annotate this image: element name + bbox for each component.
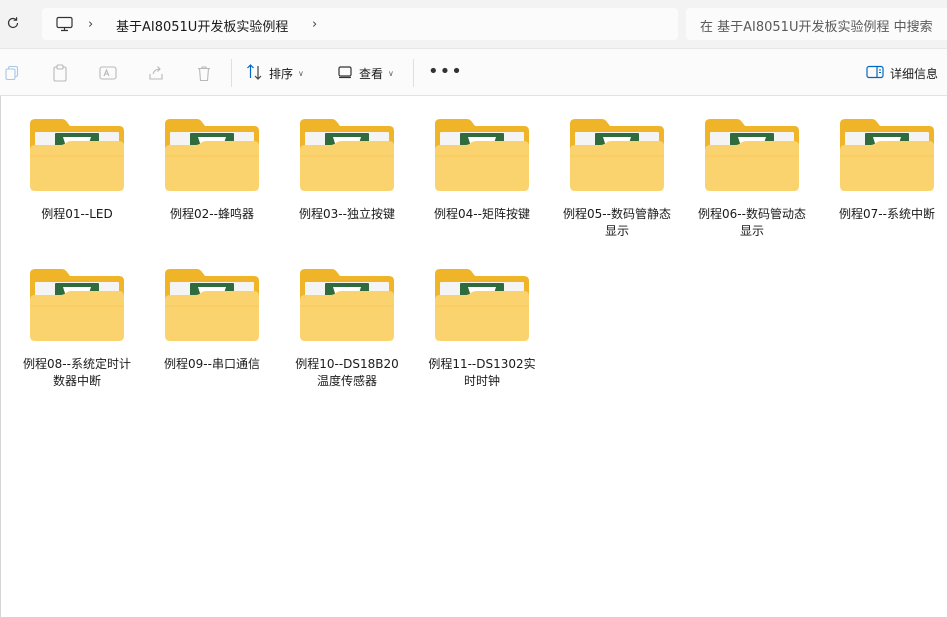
folder-icon	[435, 119, 529, 191]
folder-item[interactable]: 例程09--串口通信	[156, 264, 268, 373]
delete-icon[interactable]	[194, 63, 214, 83]
folder-name: 例程06--数码管动态显示	[698, 207, 806, 238]
folder-icon	[840, 119, 934, 191]
divider	[231, 59, 232, 87]
folder-name: 例程11--DS1302实时时钟	[428, 357, 536, 388]
divider	[413, 59, 414, 87]
folder-name: 例程02--蜂鸣器	[170, 207, 254, 221]
more-options-icon[interactable]: •••	[428, 63, 463, 81]
folder-item[interactable]: 例程08--系统定时计数器中断	[21, 264, 133, 390]
folder-icon	[435, 269, 529, 341]
folder-name: 例程03--独立按键	[299, 207, 395, 221]
address-bar: › 基于AI8051U开发板实验例程 › 在 基于AI8051U开发板实验例程 …	[0, 0, 947, 48]
folder-icon	[30, 119, 124, 191]
sort-button[interactable]: 排序 ∨	[246, 61, 304, 85]
folder-name: 例程04--矩阵按键	[434, 207, 530, 221]
folder-icon	[165, 269, 259, 341]
details-label: 详细信息	[890, 66, 939, 81]
file-list-view: 例程01--LED 例程02--蜂鸣器 例程03--独立按键 例程04--矩阵按…	[0, 96, 947, 617]
view-label: 查看	[359, 66, 384, 81]
folder-name: 例程09--串口通信	[164, 357, 260, 371]
folder-icon	[570, 119, 664, 191]
chevron-right-icon[interactable]: ›	[88, 17, 93, 32]
refresh-icon[interactable]	[4, 14, 22, 32]
folder-icon	[30, 269, 124, 341]
folder-item[interactable]: 例程11--DS1302实时时钟	[426, 264, 538, 390]
folder-icon	[165, 119, 259, 191]
view-button[interactable]: 查看 ∨	[338, 61, 394, 85]
folder-item[interactable]: 例程05--数码管静态显示	[561, 114, 673, 240]
details-pane-button[interactable]: 详细信息	[866, 61, 938, 85]
paste-icon[interactable]	[50, 63, 70, 83]
details-pane-icon	[866, 65, 884, 82]
sort-label: 排序	[269, 66, 294, 81]
folder-name: 例程10--DS18B20温度传感器	[295, 357, 399, 388]
folder-name: 例程08--系统定时计数器中断	[23, 357, 131, 388]
chevron-down-icon: ∨	[298, 68, 304, 78]
folder-name: 例程01--LED	[41, 207, 113, 221]
this-pc-icon[interactable]	[56, 16, 73, 36]
folder-item[interactable]: 例程07--系统中断	[831, 114, 943, 223]
folder-item[interactable]: 例程06--数码管动态显示	[696, 114, 808, 240]
folder-item[interactable]: 例程04--矩阵按键	[426, 114, 538, 223]
search-input[interactable]: 在 基于AI8051U开发板实验例程 中搜索	[686, 8, 947, 40]
chevron-down-icon: ∨	[388, 68, 394, 78]
folder-item[interactable]: 例程10--DS18B20温度传感器	[291, 264, 403, 390]
breadcrumb[interactable]: › 基于AI8051U开发板实验例程 ›	[42, 8, 678, 40]
folder-icon	[705, 119, 799, 191]
folder-name: 例程07--系统中断	[839, 207, 935, 221]
folder-name: 例程05--数码管静态显示	[563, 207, 671, 238]
folder-icon	[300, 269, 394, 341]
share-icon[interactable]	[146, 63, 166, 83]
chevron-right-icon[interactable]: ›	[312, 17, 317, 32]
folder-item[interactable]: 例程03--独立按键	[291, 114, 403, 223]
sort-icon	[246, 63, 263, 83]
copy-icon[interactable]	[2, 63, 22, 83]
search-placeholder: 在 基于AI8051U开发板实验例程 中搜索	[700, 20, 933, 35]
rename-icon[interactable]	[98, 63, 118, 83]
folder-item[interactable]: 例程02--蜂鸣器	[156, 114, 268, 223]
folder-icon	[300, 119, 394, 191]
folder-item[interactable]: 例程01--LED	[21, 114, 133, 223]
command-bar: 排序 ∨ 查看 ∨ ••• 详细信息	[0, 48, 947, 96]
breadcrumb-current-folder[interactable]: 基于AI8051U开发板实验例程	[116, 16, 288, 35]
view-icon	[338, 65, 353, 82]
